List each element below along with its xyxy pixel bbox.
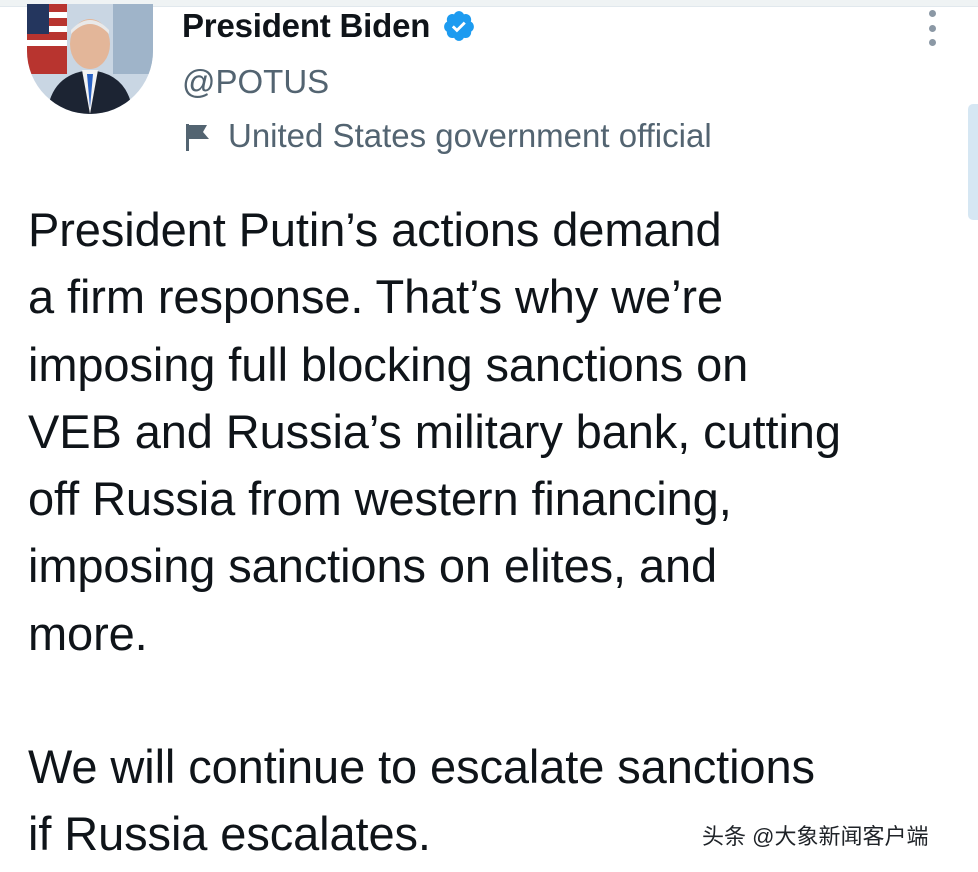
more-dot xyxy=(928,39,936,46)
watermark: 头条 @大象新闻客户端 xyxy=(702,824,929,849)
more-vertical-icon xyxy=(928,10,936,17)
government-label: United States government official xyxy=(184,116,712,156)
avatar[interactable] xyxy=(27,4,153,114)
verified-badge-icon xyxy=(442,9,476,43)
user-handle[interactable]: @POTUS xyxy=(182,62,329,102)
tweet-text-paragraph-1: President Putin’s actions demand a firm … xyxy=(28,203,841,660)
government-label-text: United States government official xyxy=(228,117,712,154)
more-dot xyxy=(928,24,936,32)
display-name-text[interactable]: President Biden xyxy=(182,6,430,46)
scrollbar[interactable] xyxy=(968,104,978,220)
flag-icon xyxy=(184,121,212,151)
more-options-button[interactable] xyxy=(920,10,944,46)
avatar-image xyxy=(27,4,153,114)
display-name[interactable]: President Biden xyxy=(182,6,476,46)
